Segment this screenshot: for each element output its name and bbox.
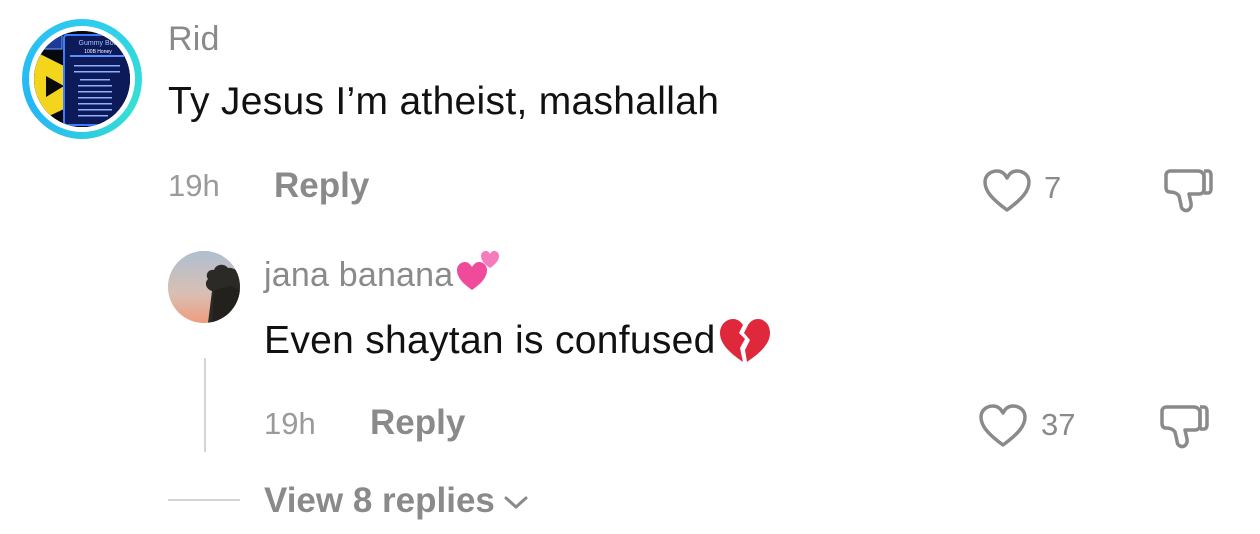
reply-username-row: jana banana [264,250,501,295]
avatar[interactable]: Gummy Bod 100B Honey [34,31,130,127]
broken-heart-emoji [719,319,770,362]
dislike-icon [1160,405,1209,449]
comment-like-button[interactable] [982,168,1032,214]
comment-timestamp: 19h [168,168,220,203]
reply-avatar[interactable] [168,251,240,323]
reply-dislike-button[interactable] [1158,401,1210,451]
comment-like-count: 7 [1044,170,1062,205]
avatar-label: Gummy Bod [79,40,118,47]
reply-text-row: Even shaytan is confused [264,316,772,366]
chevron-down-icon [504,496,528,509]
heart-outline-icon [983,169,1031,212]
comment-username[interactable]: Rid [168,20,220,59]
reply-username[interactable]: jana banana [264,256,453,295]
avatar-ring[interactable]: Gummy Bod 100B Honey [22,19,142,139]
view-replies-button[interactable]: View 8 replies [264,481,531,521]
reply-reply-button[interactable]: Reply [370,403,465,443]
reply-timestamp: 19h [264,406,316,441]
comment-dislike-button[interactable] [1162,165,1214,215]
view-replies-label: View 8 replies [264,481,495,520]
heart-outline-icon [979,404,1027,447]
view-replies-divider [168,499,240,501]
avatar-image: Gummy Bod 100B Honey [34,31,130,127]
comment-text: Ty Jesus I’m atheist, mashallah [168,80,720,123]
reply-avatar-image [168,251,240,323]
thread-line [204,358,206,452]
reply-text: Even shaytan is confused [264,319,716,362]
two-hearts-emoji [457,250,500,290]
reply-like-button[interactable] [978,403,1028,449]
reply-like-count: 37 [1041,407,1076,442]
dislike-icon [1164,169,1213,213]
comment-reply-button[interactable]: Reply [274,166,369,206]
avatar-sublabel: 100B Honey [84,49,112,55]
